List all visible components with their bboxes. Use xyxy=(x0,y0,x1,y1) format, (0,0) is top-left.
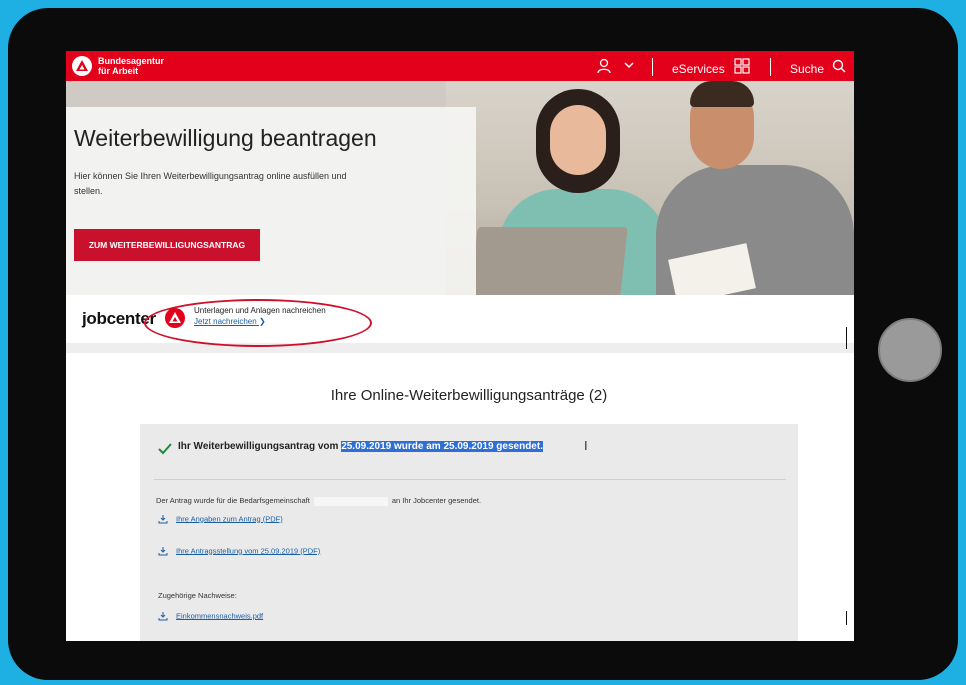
ba-logo-icon[interactable] xyxy=(72,56,92,76)
search-icon[interactable] xyxy=(832,59,846,73)
brand-line-1: Bundesagentur xyxy=(98,56,165,66)
download-icon xyxy=(158,515,168,524)
chevron-down-icon[interactable] xyxy=(624,61,634,69)
brand-name[interactable]: Bundesagentur für Arbeit xyxy=(98,56,164,76)
application-status[interactable]: Ihr Weiterbewilligungsantrag vom 25.09.2… xyxy=(178,441,543,452)
browser-screen: Bundesagentur für Arbeit eServices Suche… xyxy=(66,51,854,641)
hero-text-panel: Weiterbewilligung beantragen Hier können… xyxy=(66,107,476,295)
download-link-evidence[interactable]: Einkommensnachweis.pdf xyxy=(158,611,263,621)
status-prefix: Ihr Weiterbewilligungsantrag vom xyxy=(178,441,339,452)
header-divider xyxy=(652,58,653,76)
check-icon xyxy=(158,443,172,455)
hero-banner: Weiterbewilligung beantragen Hier können… xyxy=(66,81,854,295)
status-selected-text[interactable]: 25.09.2019 wurde am 25.09.2019 gesendet. xyxy=(341,441,543,452)
top-navigation-bar: Bundesagentur für Arbeit eServices Suche xyxy=(66,51,854,81)
brand-line-2: für Arbeit xyxy=(98,66,139,76)
hero-description: Hier können Sie Ihren Weiterbewilligungs… xyxy=(74,171,347,196)
start-application-button[interactable]: ZUM WEITERBEWILLIGUNGSANTRAG xyxy=(74,229,260,261)
redacted-field xyxy=(313,496,388,506)
info-before: Der Antrag wurde für die Bedarfsgemeinsc… xyxy=(156,496,310,505)
user-icon[interactable] xyxy=(596,58,612,74)
highlight-annotation xyxy=(144,299,372,347)
text-cursor-icon: I xyxy=(584,438,588,453)
section-divider xyxy=(66,343,854,353)
hero-photo-person xyxy=(550,105,606,175)
download-icon xyxy=(158,547,168,556)
download-label: Ihre Angaben zum Antrag (PDF) xyxy=(176,514,283,524)
applications-heading: Ihre Online-Weiterbewilligungsanträge (2… xyxy=(330,387,608,404)
download-link-application-data[interactable]: Ihre Angaben zum Antrag (PDF) xyxy=(158,514,283,524)
application-card: Ihr Weiterbewilligungsantrag vom 25.09.2… xyxy=(140,424,798,641)
download-label: Ihre Antragsstellung vom 25.09.2019 (PDF… xyxy=(176,546,321,556)
header-divider xyxy=(770,58,771,76)
hero-photo-person xyxy=(690,81,754,107)
evidence-label: Zugehörige Nachweise: xyxy=(158,591,237,600)
hero-photo-laptop xyxy=(470,227,628,295)
application-info: Der Antrag wurde für die Bedarfsgemeinsc… xyxy=(156,496,481,506)
download-icon xyxy=(158,612,168,621)
scrollbar-marker xyxy=(846,327,847,349)
download-link-submission[interactable]: Ihre Antragsstellung vom 25.09.2019 (PDF… xyxy=(158,546,320,556)
home-button[interactable] xyxy=(878,318,942,382)
download-label: Einkommensnachweis.pdf xyxy=(176,611,264,621)
card-divider xyxy=(154,479,786,480)
grid-icon[interactable] xyxy=(734,58,750,74)
page-title: Weiterbewilligung beantragen xyxy=(74,125,377,151)
search-link[interactable]: Suche xyxy=(790,62,824,76)
eservices-link[interactable]: eServices xyxy=(672,62,725,76)
scrollbar-marker xyxy=(846,611,847,625)
info-after: an Ihr Jobcenter gesendet. xyxy=(391,496,482,505)
